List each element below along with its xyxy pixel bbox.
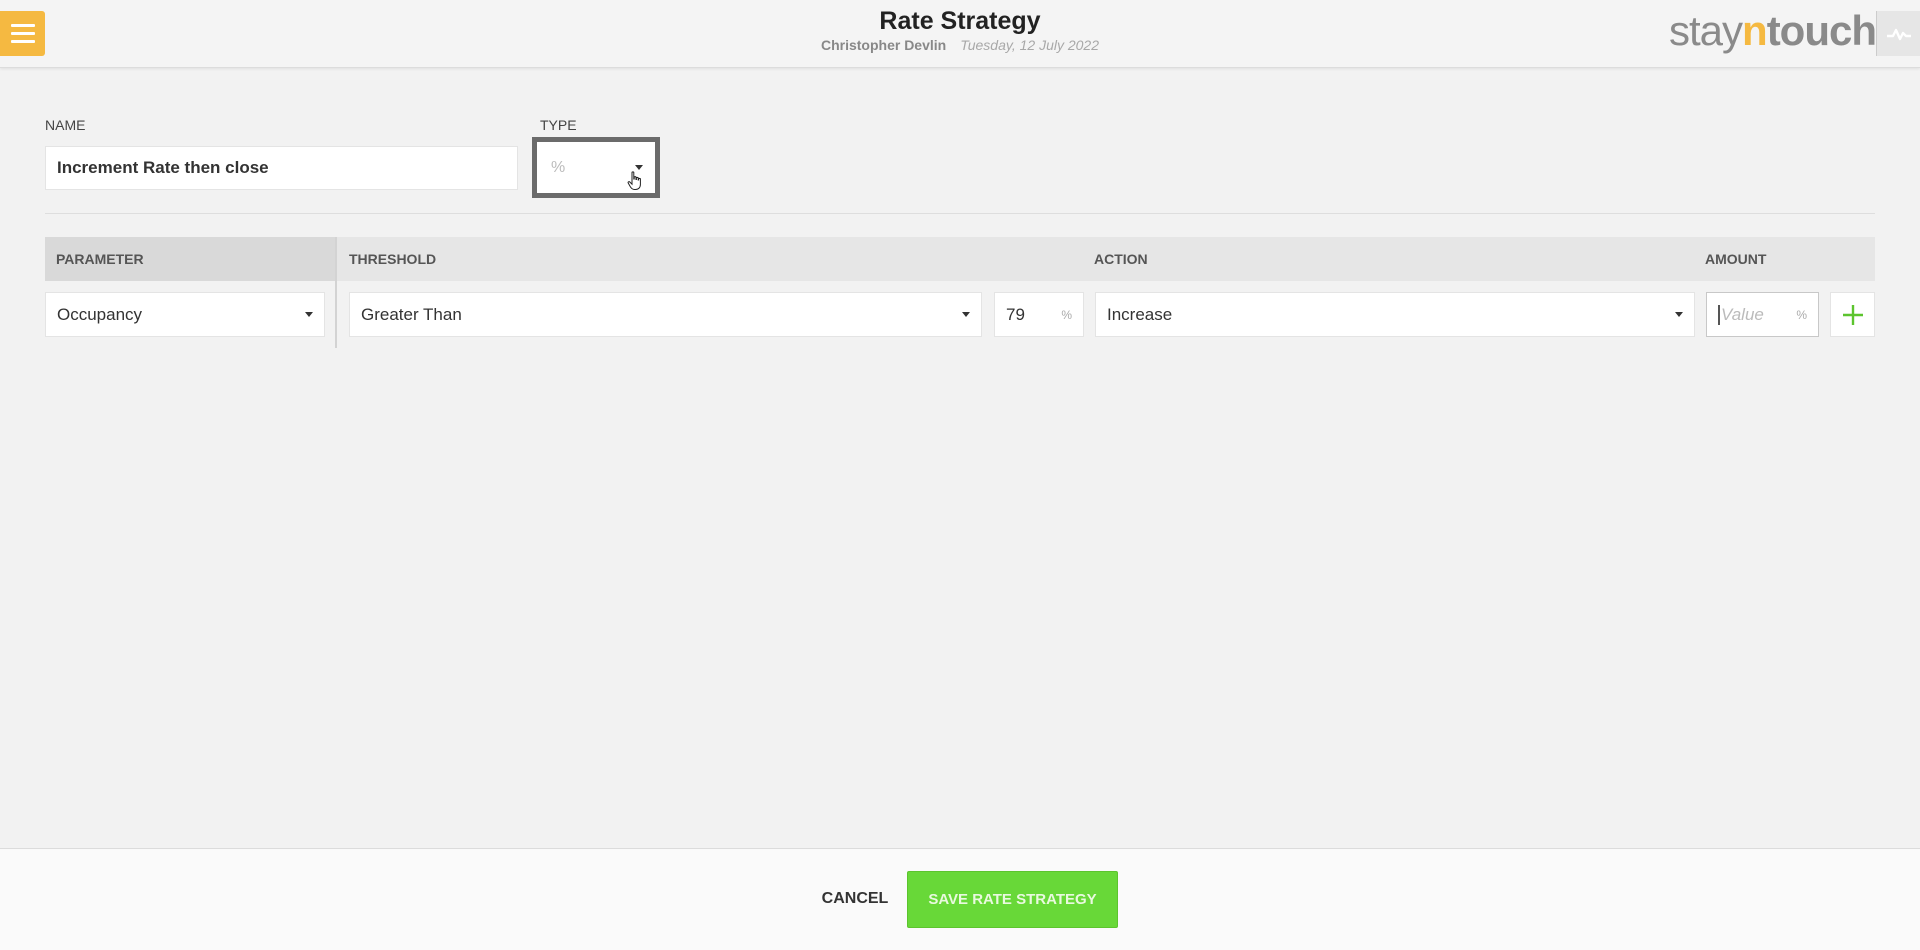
name-label: NAME (45, 117, 86, 133)
action-select-value: Increase (1107, 304, 1173, 324)
page-title: Rate Strategy (879, 7, 1041, 35)
activity-icon (1886, 28, 1911, 40)
chevron-down-icon (962, 312, 970, 317)
action-header: ACTION (1094, 251, 1148, 267)
cancel-button[interactable]: CANCEL (810, 871, 900, 927)
parameter-select[interactable]: Occupancy (45, 292, 325, 337)
type-label: TYPE (540, 117, 577, 133)
logo-text-stay: stay (1669, 7, 1743, 54)
amount-placeholder: Value (1718, 304, 1764, 325)
threshold-header: THRESHOLD (349, 251, 437, 267)
amount-header: AMOUNT (1705, 251, 1767, 267)
title-block: Rate Strategy Christopher Devlin Tuesday,… (0, 6, 1920, 54)
amount-input[interactable]: Value % (1706, 292, 1819, 337)
chevron-down-icon (635, 165, 643, 170)
current-date: Tuesday, 12 July 2022 (960, 37, 1100, 53)
name-input[interactable]: Increment Rate then close (45, 146, 518, 190)
column-separator (335, 237, 337, 348)
user-name: Christopher Devlin (820, 37, 947, 53)
save-rate-strategy-button[interactable]: SAVE RATE STRATEGY (907, 871, 1118, 928)
activity-button[interactable] (1876, 11, 1920, 56)
app-header: Rate Strategy Christopher Devlin Tuesday,… (0, 0, 1920, 68)
plus-icon (1842, 304, 1863, 325)
logo-text-n: n (1742, 7, 1768, 54)
parameter-select-value: Occupancy (57, 304, 143, 324)
hand-cursor-icon (627, 171, 641, 190)
add-rule-button[interactable] (1830, 292, 1875, 337)
rules-table-header: PARAMETER THRESHOLD ACTION AMOUNT (45, 237, 1875, 281)
chevron-down-icon (1675, 312, 1683, 317)
threshold-operator-value: Greater Than (361, 304, 462, 324)
threshold-unit: % (1061, 307, 1072, 322)
action-select[interactable]: Increase (1095, 292, 1695, 337)
chevron-down-icon (305, 312, 313, 317)
threshold-operator-select[interactable]: Greater Than (349, 292, 982, 337)
parameter-header: PARAMETER (56, 251, 144, 267)
type-select-value: % (551, 158, 566, 176)
amount-unit: % (1796, 307, 1807, 322)
name-input-value: Increment Rate then close (57, 158, 269, 177)
threshold-value: 79 (1006, 304, 1025, 324)
user-date-line: Christopher Devlin Tuesday, 12 July 2022 (0, 36, 1920, 54)
section-divider (45, 213, 1875, 214)
threshold-value-input[interactable]: 79 % (994, 292, 1084, 337)
brand-logo: stayntouch (1669, 6, 1877, 56)
logo-text-touch: touch (1766, 7, 1877, 54)
